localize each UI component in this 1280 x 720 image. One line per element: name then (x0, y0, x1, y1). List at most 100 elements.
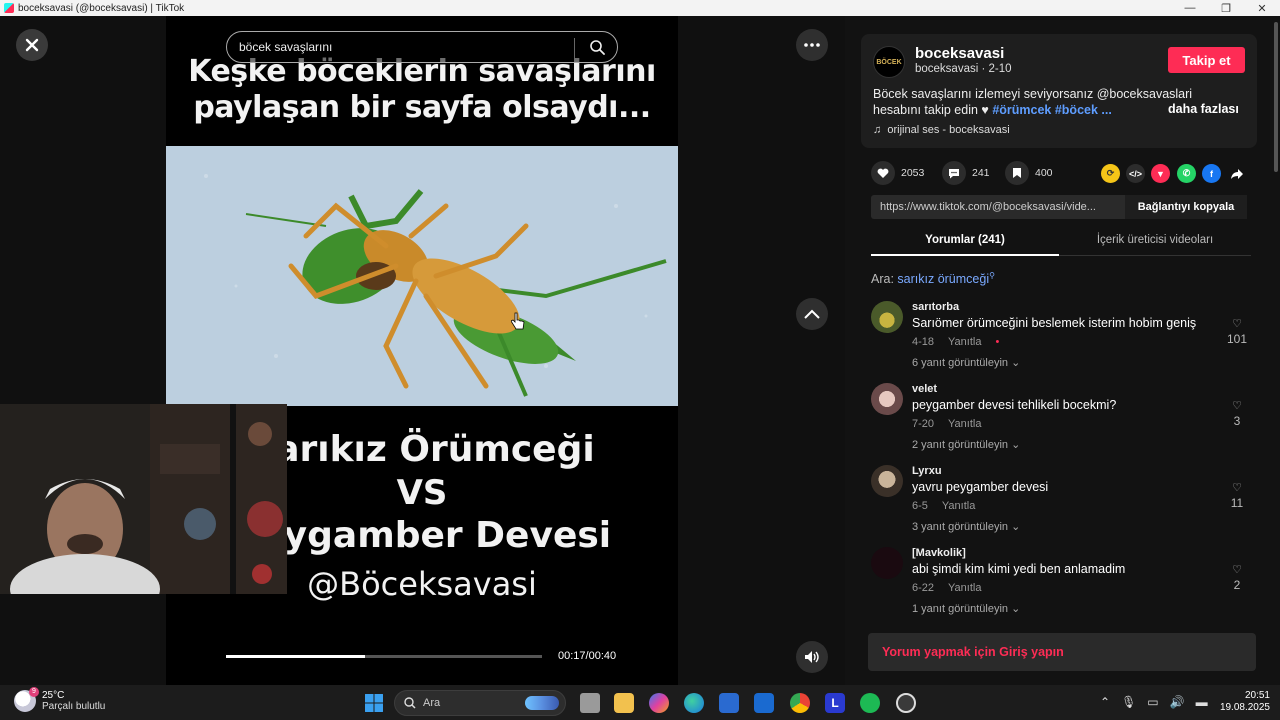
search-suggestion-keyword[interactable]: sarıkız örümceği (897, 272, 989, 286)
weather-widget[interactable]: 9 25°C Parçalı bulutlu (14, 687, 105, 712)
network-icon[interactable]: ▭ (1147, 695, 1158, 709)
comment-like-button[interactable]: ♡ 101 (1225, 317, 1249, 346)
reply-button[interactable]: Yanıtla (948, 336, 981, 348)
video-progress-bar[interactable] (226, 655, 542, 658)
view-replies-button[interactable]: 6 yanıt görüntüleyin ⌄ (912, 356, 1020, 369)
obs-icon[interactable] (896, 693, 916, 713)
windows-start-icon[interactable] (364, 693, 384, 713)
view-replies-button[interactable]: 2 yanıt görüntüleyin ⌄ (912, 438, 1020, 451)
comment-like-count: 3 (1233, 414, 1241, 428)
video-link-field[interactable]: https://www.tiktok.com/@boceksavasi/vide… (880, 201, 1096, 213)
search-icon[interactable] (589, 39, 605, 55)
send-icon[interactable]: ▼ (1151, 164, 1170, 183)
tab-comments[interactable]: Yorumlar (241) (871, 228, 1059, 256)
speaker-icon (805, 651, 819, 663)
comment-avatar[interactable] (871, 547, 903, 579)
maximize-button[interactable]: ❐ (1208, 0, 1244, 16)
chevron-down-icon: ⌄ (1011, 603, 1021, 615)
link-row: https://www.tiktok.com/@boceksavasi/vide… (871, 195, 1247, 219)
repost-icon[interactable]: ⟳ (1101, 164, 1120, 183)
minimize-button[interactable]: — (1172, 0, 1208, 16)
battery-icon[interactable]: ▬ (1196, 695, 1208, 709)
author-avatar[interactable]: BÖCEK (873, 46, 905, 78)
more-options-button[interactable] (796, 29, 828, 61)
comment-like-button[interactable]: ♡ 11 (1225, 481, 1249, 510)
copy-link-button[interactable]: Bağlantıyı kopyala (1125, 195, 1247, 219)
close-window-button[interactable]: ✕ (1244, 0, 1280, 16)
panel-scrollbar[interactable] (1274, 22, 1278, 172)
view-replies-button[interactable]: 1 yanıt görüntüleyin ⌄ (912, 602, 1020, 615)
comment-action[interactable]: 241 (942, 161, 990, 185)
comment-avatar[interactable] (871, 383, 903, 415)
copilot-icon[interactable] (649, 693, 669, 713)
video-progress-fill (226, 655, 366, 658)
follow-button[interactable]: Takip et (1168, 47, 1245, 73)
comment-item: Lyrxu yavru peygamber devesi 6-5 Yanıtla … (871, 465, 1251, 547)
comment-like-button[interactable]: ♡ 2 (1225, 563, 1249, 592)
show-more-link[interactable]: daha fazlası (1168, 102, 1239, 116)
chevron-down-icon: ⌄ (1011, 521, 1021, 533)
chevron-up-icon[interactable]: ⌃ (1100, 695, 1110, 709)
like-count: 2053 (901, 167, 925, 179)
video-headline: Keşke böceklerin savaşlarını paylaşan bi… (166, 54, 678, 126)
description-hashtags[interactable]: #örümcek #böcek ... (992, 103, 1112, 117)
close-icon (25, 38, 39, 52)
weather-temp: 25°C (42, 690, 65, 701)
webcam-overlay (0, 404, 287, 594)
comment-username[interactable]: sarıtorba (912, 301, 959, 313)
reply-button[interactable]: Yanıtla (948, 582, 981, 594)
heart-outline-icon: ♡ (1232, 482, 1242, 494)
taskbar-search[interactable]: Ara (394, 690, 566, 716)
reply-button[interactable]: Yanıtla (948, 418, 981, 430)
comment-username[interactable]: Lyrxu (912, 465, 942, 477)
previous-video-button[interactable] (796, 298, 828, 330)
cloud-icon: 9 (14, 687, 39, 712)
share-arrow-icon[interactable] (1227, 164, 1246, 183)
microphone-icon[interactable]: 🎙 (1121, 695, 1136, 709)
sound-name: orijinal ses - boceksavasi (887, 124, 1010, 136)
search-suggestion-label: Ara: (871, 272, 898, 287)
whatsapp-icon[interactable]: ✆ (1177, 164, 1196, 183)
close-video-button[interactable] (16, 29, 48, 61)
spotify-icon[interactable] (860, 693, 880, 713)
tiktok-app-icon (4, 3, 14, 13)
chrome-icon[interactable] (790, 693, 810, 713)
embed-icon[interactable]: </> (1126, 164, 1145, 183)
volume-icon[interactable]: 🔊 (1170, 695, 1185, 709)
view-replies-button[interactable]: 3 yanıt görüntüleyin ⌄ (912, 520, 1020, 533)
facebook-icon[interactable]: f (1202, 164, 1221, 183)
search-highlight-icon (525, 696, 559, 710)
file-explorer-icon[interactable] (614, 693, 634, 713)
search-input[interactable]: böcek savaşlarını (226, 31, 618, 63)
comment-text: yavru peygamber devesi (912, 480, 1049, 494)
login-to-comment-button[interactable]: Yorum yapmak için Giriş yapın (868, 633, 1256, 671)
comment-avatar[interactable] (871, 301, 903, 333)
comment-username[interactable]: [Mavkolik] (912, 547, 966, 559)
reply-button[interactable]: Yanıtla (942, 500, 975, 512)
comment-text: Sarıömer örümceğini beslemek isterim hob… (912, 316, 1197, 330)
like-action[interactable]: 2053 (871, 161, 924, 185)
save-action[interactable]: 400 (1005, 161, 1053, 185)
store-icon[interactable] (719, 693, 739, 713)
sound-row[interactable]: ♫ orijinal ses - boceksavasi (873, 124, 1010, 136)
comment-avatar[interactable] (871, 465, 903, 497)
comment-item: sarıtorba Sarıömer örümceğini beslemek i… (871, 301, 1251, 383)
edge-icon[interactable] (684, 693, 704, 713)
volume-button[interactable] (796, 641, 828, 673)
comment-item: [Mavkolik] abi şimdi kim kimi yedi ben a… (871, 547, 1251, 629)
author-username[interactable]: boceksavasi (915, 45, 1004, 62)
l-app-icon[interactable]: L (825, 693, 845, 713)
details-panel: BÖCEK boceksavasi boceksavasi · 2-10 Tak… (845, 16, 1280, 685)
tab-creator-videos[interactable]: İçerik üreticisi videoları (1059, 228, 1251, 256)
comment-like-button[interactable]: ♡ 3 (1225, 399, 1249, 428)
task-view-icon[interactable] (580, 693, 600, 713)
hand-cursor-icon (511, 312, 525, 330)
window-title: boceksavasi (@boceksavasi) | TikTok (18, 2, 185, 14)
weather-badge: 9 (29, 687, 39, 697)
video-player: Keşke böceklerin savaşlarını paylaşan bi… (0, 16, 845, 685)
clock[interactable]: 20:51 19.08.2025 (1208, 690, 1270, 714)
comment-username[interactable]: velet (912, 383, 937, 395)
outlook-icon[interactable] (754, 693, 774, 713)
clock-date: 19.08.2025 (1219, 702, 1270, 713)
search-suggestion[interactable]: Ara: sarıkız örümceği⚲ (871, 271, 995, 286)
